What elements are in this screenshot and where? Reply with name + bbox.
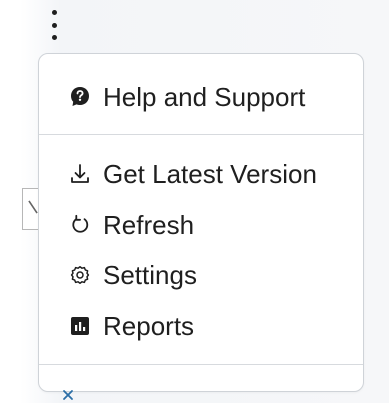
settings-item[interactable]: Settings — [39, 255, 363, 295]
vertical-ellipsis-icon — [51, 35, 57, 40]
refresh-item[interactable]: Refresh — [39, 205, 363, 245]
settings-label: Settings — [103, 260, 197, 290]
vertical-ellipsis-icon — [51, 22, 57, 28]
help-and-support-item[interactable]: Help and Support — [39, 77, 363, 117]
settings-gear-icon — [69, 264, 91, 286]
reports-item[interactable]: Reports — [39, 306, 363, 346]
dropdown-menu: Help and Support Get Latest Version Refr… — [38, 53, 364, 392]
reports-chart-icon — [69, 315, 91, 337]
help-bubble-icon — [69, 86, 91, 108]
menu-divider — [39, 134, 363, 135]
help-and-support-label: Help and Support — [103, 82, 306, 112]
more-options-button[interactable] — [44, 10, 64, 40]
close-icon[interactable] — [61, 387, 75, 403]
reports-label: Reports — [103, 311, 195, 341]
get-latest-version-label: Get Latest Version — [103, 159, 317, 189]
vertical-ellipsis-icon — [51, 10, 57, 15]
refresh-icon — [69, 214, 91, 236]
refresh-label: Refresh — [103, 210, 195, 240]
menu-divider — [39, 364, 363, 365]
get-latest-version-item[interactable]: Get Latest Version — [39, 154, 363, 194]
download-icon — [69, 163, 91, 185]
